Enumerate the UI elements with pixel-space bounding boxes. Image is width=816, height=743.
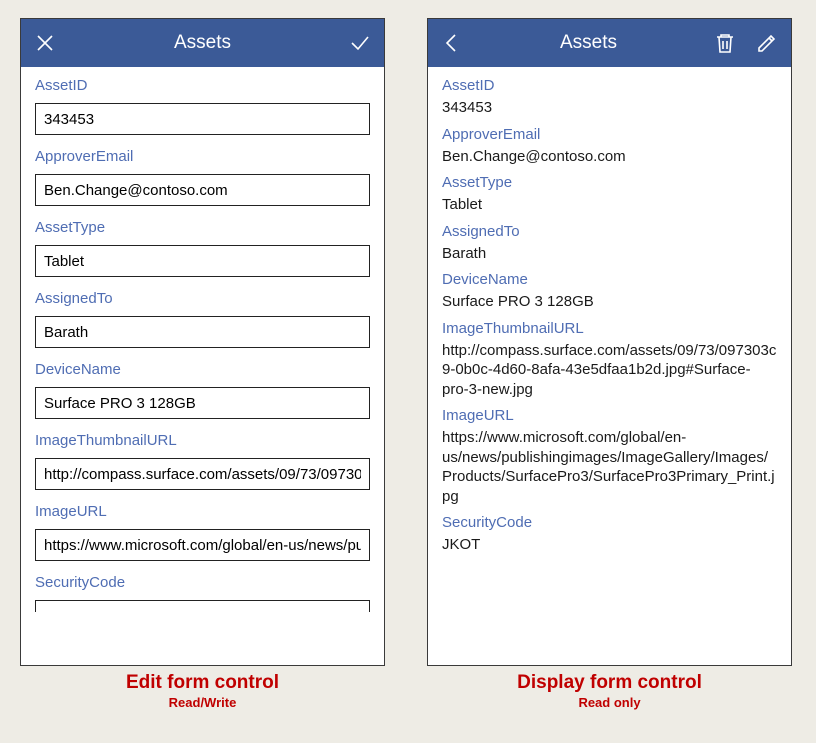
d-assignedto-label: AssignedTo — [442, 223, 777, 240]
edit-form-phone: Assets AssetID ApproverEmail AssetType A… — [20, 18, 385, 666]
trash-icon[interactable] — [713, 31, 737, 55]
display-caption-sub: Read only — [517, 695, 702, 710]
display-caption-title: Display form control — [517, 672, 702, 695]
pencil-icon[interactable] — [755, 31, 779, 55]
display-form-header: Assets — [428, 19, 791, 67]
imagethumbnailurl-label: ImageThumbnailURL — [35, 432, 370, 449]
devicename-input[interactable] — [35, 387, 370, 419]
d-devicename-value: Surface PRO 3 128GB — [442, 292, 777, 312]
devicename-label: DeviceName — [35, 361, 370, 378]
edit-form-column: Assets AssetID ApproverEmail AssetType A… — [20, 18, 385, 724]
display-form-column: Assets AssetID 343453 ApproverEmail Ben.… — [427, 18, 792, 724]
assetid-input[interactable] — [35, 103, 370, 135]
approveremail-label: ApproverEmail — [35, 148, 370, 165]
d-imageurl-label: ImageURL — [442, 407, 777, 424]
d-imageurl-value: https://www.microsoft.com/global/en-us/n… — [442, 428, 777, 506]
d-devicename-label: DeviceName — [442, 271, 777, 288]
imageurl-input[interactable] — [35, 529, 370, 561]
edit-caption: Edit form control Read/Write — [126, 672, 279, 710]
display-form-title: Assets — [464, 32, 713, 54]
display-form-body: AssetID 343453 ApproverEmail Ben.Change@… — [428, 67, 791, 665]
securitycode-label: SecurityCode — [35, 574, 370, 591]
assignedto-input[interactable] — [35, 316, 370, 348]
d-securitycode-value: JKOT — [442, 535, 777, 555]
close-icon[interactable] — [33, 31, 57, 55]
assetid-label: AssetID — [35, 77, 370, 94]
d-imagethumbnailurl-value: http://compass.surface.com/assets/09/73/… — [442, 341, 777, 400]
assettype-input[interactable] — [35, 245, 370, 277]
d-approveremail-value: Ben.Change@contoso.com — [442, 147, 777, 167]
d-assettype-value: Tablet — [442, 195, 777, 215]
d-imagethumbnailurl-label: ImageThumbnailURL — [442, 320, 777, 337]
display-caption: Display form control Read only — [517, 672, 702, 710]
assettype-label: AssetType — [35, 219, 370, 236]
display-form-phone: Assets AssetID 343453 ApproverEmail Ben.… — [427, 18, 792, 666]
d-assetid-value: 343453 — [442, 98, 777, 118]
d-assetid-label: AssetID — [442, 77, 777, 94]
edit-form-header: Assets — [21, 19, 384, 67]
edit-form-body: AssetID ApproverEmail AssetType Assigned… — [21, 67, 384, 665]
checkmark-icon[interactable] — [348, 31, 372, 55]
approveremail-input[interactable] — [35, 174, 370, 206]
d-assignedto-value: Barath — [442, 244, 777, 264]
assignedto-label: AssignedTo — [35, 290, 370, 307]
d-approveremail-label: ApproverEmail — [442, 126, 777, 143]
back-icon[interactable] — [440, 31, 464, 55]
securitycode-input-partial[interactable] — [35, 600, 370, 612]
d-assettype-label: AssetType — [442, 174, 777, 191]
edit-caption-sub: Read/Write — [126, 695, 279, 710]
d-securitycode-label: SecurityCode — [442, 514, 777, 531]
edit-caption-title: Edit form control — [126, 672, 279, 695]
edit-form-title: Assets — [57, 32, 348, 54]
imagethumbnailurl-input[interactable] — [35, 458, 370, 490]
imageurl-label: ImageURL — [35, 503, 370, 520]
